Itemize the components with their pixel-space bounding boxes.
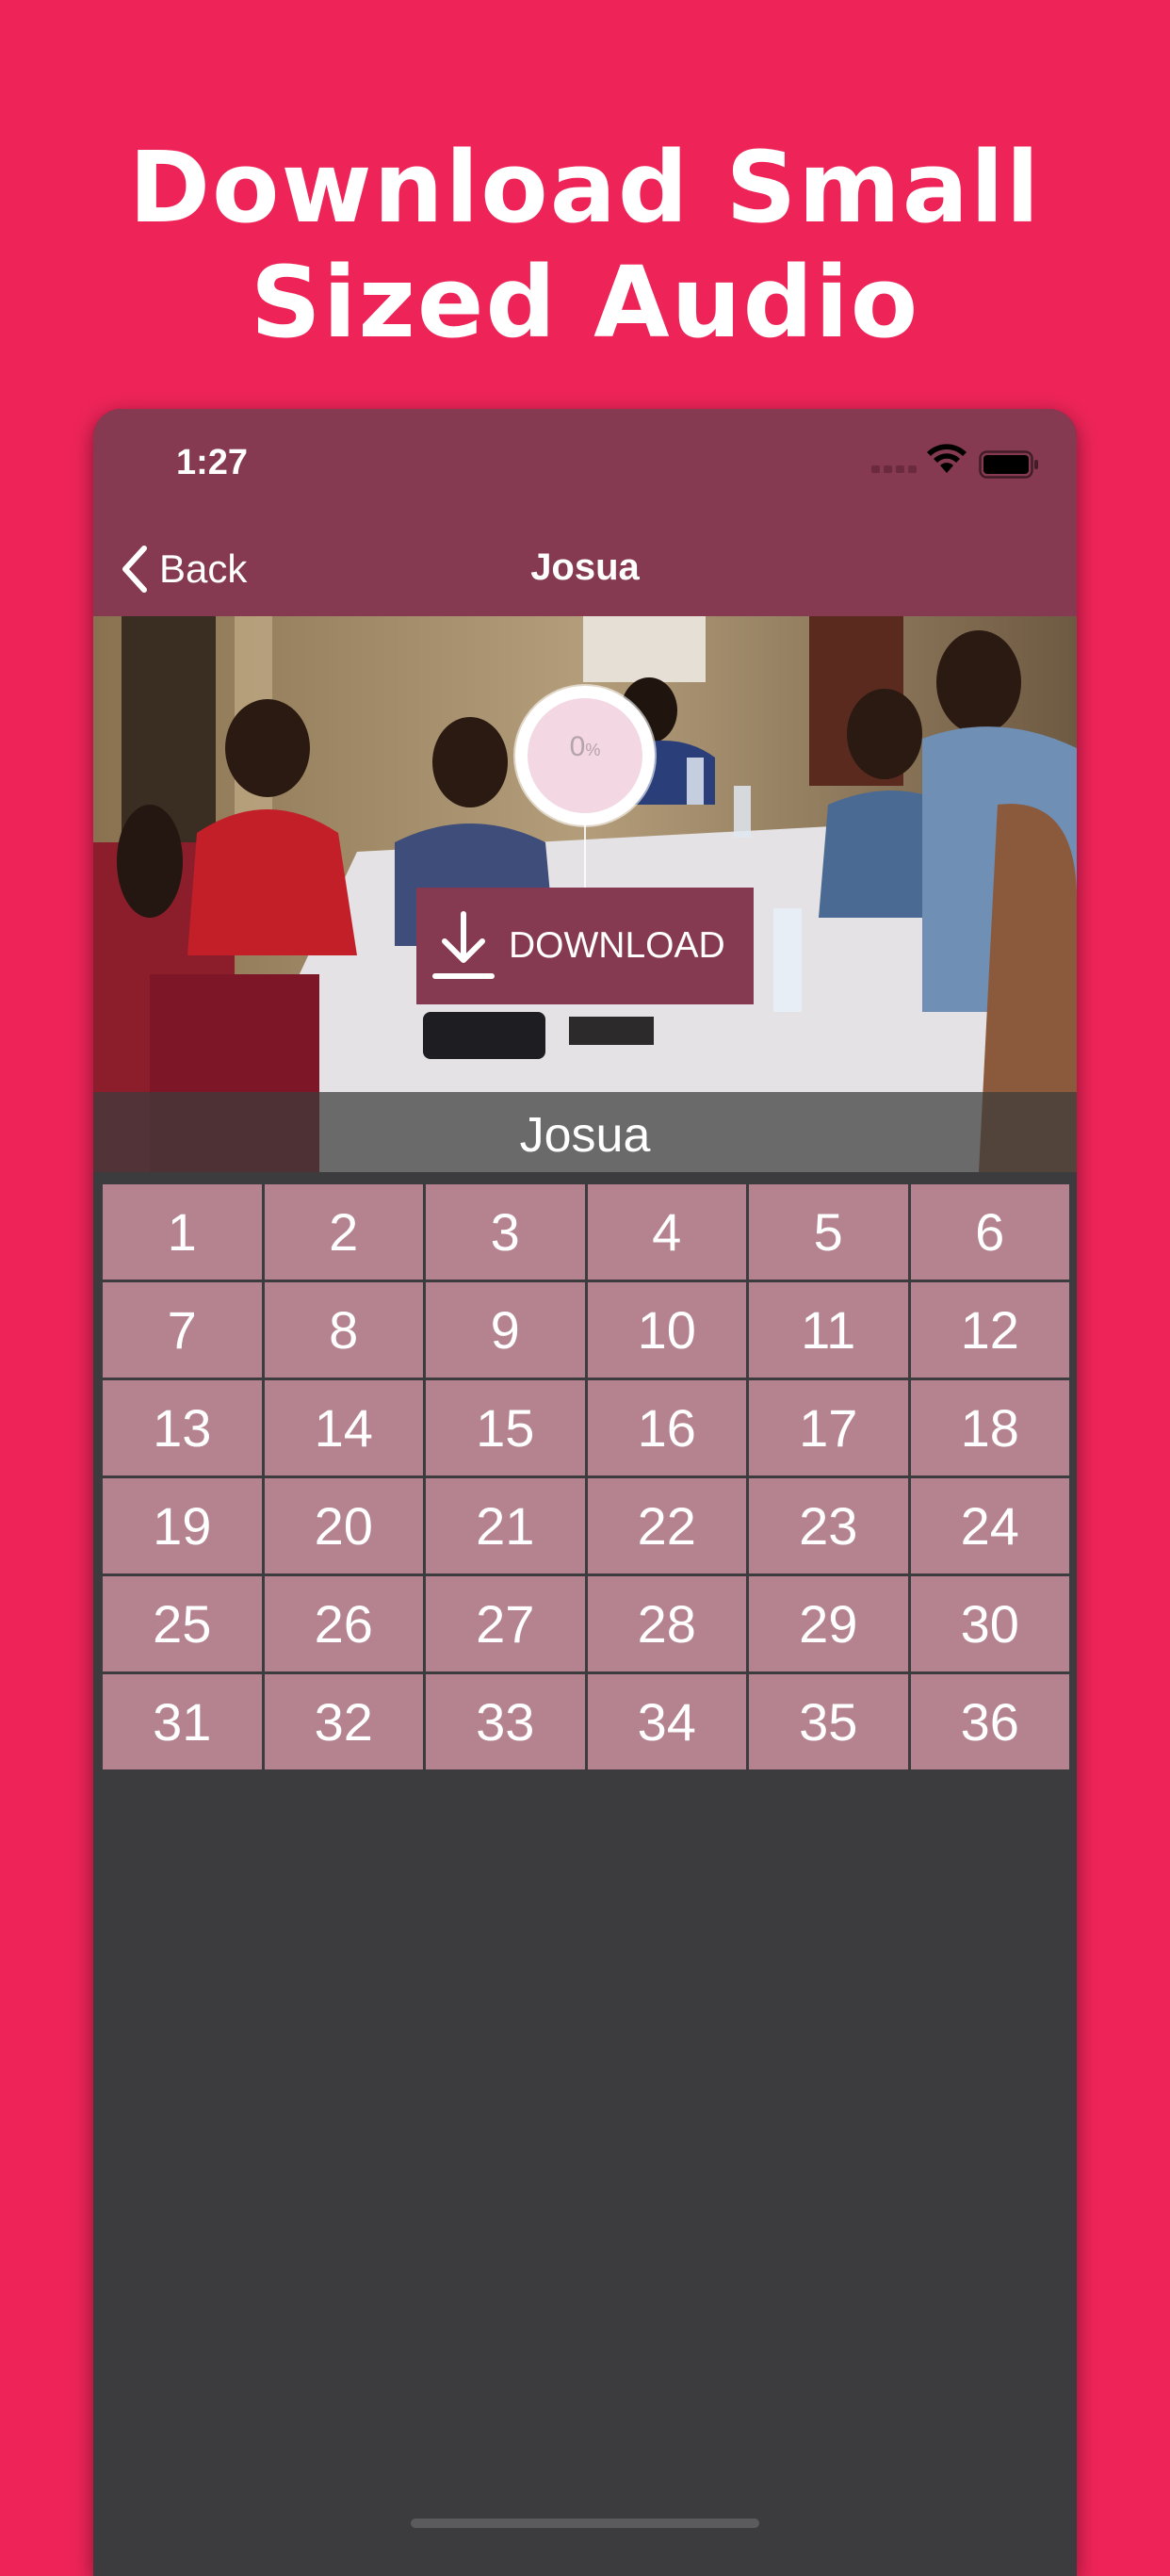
chapter-cell[interactable]: 27 [426, 1576, 585, 1671]
chapter-cell[interactable]: 29 [749, 1576, 908, 1671]
chapter-cell[interactable]: 4 [587, 1184, 746, 1280]
book-title: Josua [519, 1108, 651, 1163]
chapter-cell[interactable]: 23 [749, 1478, 908, 1573]
download-label: DOWNLOAD [509, 925, 725, 966]
download-icon [432, 911, 495, 979]
chapter-grid: 1 2 3 4 5 6 7 8 9 10 11 12 13 14 15 16 17 18 19 20 21 22 23 24 2… [103, 1184, 1069, 1769]
chapter-cell[interactable]: 34 [587, 1674, 746, 1769]
chapter-cell[interactable]: 9 [426, 1282, 585, 1378]
chapter-cell[interactable]: 21 [426, 1478, 585, 1573]
chapter-cell[interactable]: 1 [103, 1184, 262, 1280]
promo-title: Download Small Sized Audio [0, 130, 1170, 360]
chapter-cell[interactable]: 18 [910, 1380, 1069, 1475]
status-bar: 1:27 [93, 409, 1077, 522]
chapter-cell[interactable]: 6 [910, 1184, 1069, 1280]
chapter-cell[interactable]: 2 [264, 1184, 423, 1280]
chapter-cell[interactable]: 20 [264, 1478, 423, 1573]
chapter-cell[interactable]: 3 [426, 1184, 585, 1280]
chapter-cell[interactable]: 31 [103, 1674, 262, 1769]
phone-screen: 1:27 Back Josua 0% DOWNLOAD Josua 1 2 3 … [93, 409, 1077, 2576]
progress-value: 0 [569, 731, 586, 762]
chapter-cell[interactable]: 19 [103, 1478, 262, 1573]
chapter-cell[interactable]: 14 [264, 1380, 423, 1475]
nav-title: Josua [530, 546, 640, 588]
wifi-icon [927, 444, 967, 473]
status-time: 1:27 [176, 443, 249, 482]
home-indicator[interactable] [411, 2519, 759, 2528]
chapter-cell[interactable]: 10 [587, 1282, 746, 1378]
download-progress-indicator: 0% [515, 686, 655, 825]
chapter-cell[interactable]: 32 [264, 1674, 423, 1769]
chapter-cell[interactable]: 28 [587, 1576, 746, 1671]
progress-unit: % [585, 741, 601, 759]
chapter-cell[interactable]: 22 [587, 1478, 746, 1573]
chapter-cell[interactable]: 24 [910, 1478, 1069, 1573]
chapter-cell[interactable]: 11 [749, 1282, 908, 1378]
hero-caption: Josua [93, 1092, 1077, 1172]
chapter-cell[interactable]: 16 [587, 1380, 746, 1475]
chapter-cell[interactable]: 33 [426, 1674, 585, 1769]
battery-icon [979, 450, 1038, 479]
cellular-signal-icon [871, 465, 917, 473]
chapter-cell[interactable]: 12 [910, 1282, 1069, 1378]
chapter-cell[interactable]: 8 [264, 1282, 423, 1378]
chapter-cell[interactable]: 35 [749, 1674, 908, 1769]
hero-banner: 0% DOWNLOAD Josua [93, 616, 1077, 1172]
chapter-cell[interactable]: 15 [426, 1380, 585, 1475]
progress-text: 0% [515, 731, 655, 763]
chapter-cell[interactable]: 13 [103, 1380, 262, 1475]
chapter-cell[interactable]: 30 [910, 1576, 1069, 1671]
download-button[interactable]: DOWNLOAD [416, 888, 754, 1004]
chapter-cell[interactable]: 5 [749, 1184, 908, 1280]
chapter-cell[interactable]: 17 [749, 1380, 908, 1475]
progress-connector [584, 823, 586, 889]
chapter-cell[interactable]: 25 [103, 1576, 262, 1671]
promo-title-line1: Download Small [128, 130, 1042, 245]
promo-title-line2: Sized Audio [250, 245, 920, 360]
chapter-cell[interactable]: 26 [264, 1576, 423, 1671]
chapter-cell[interactable]: 7 [103, 1282, 262, 1378]
chapter-cell[interactable]: 36 [910, 1674, 1069, 1769]
navigation-bar: Back Josua [93, 522, 1077, 616]
